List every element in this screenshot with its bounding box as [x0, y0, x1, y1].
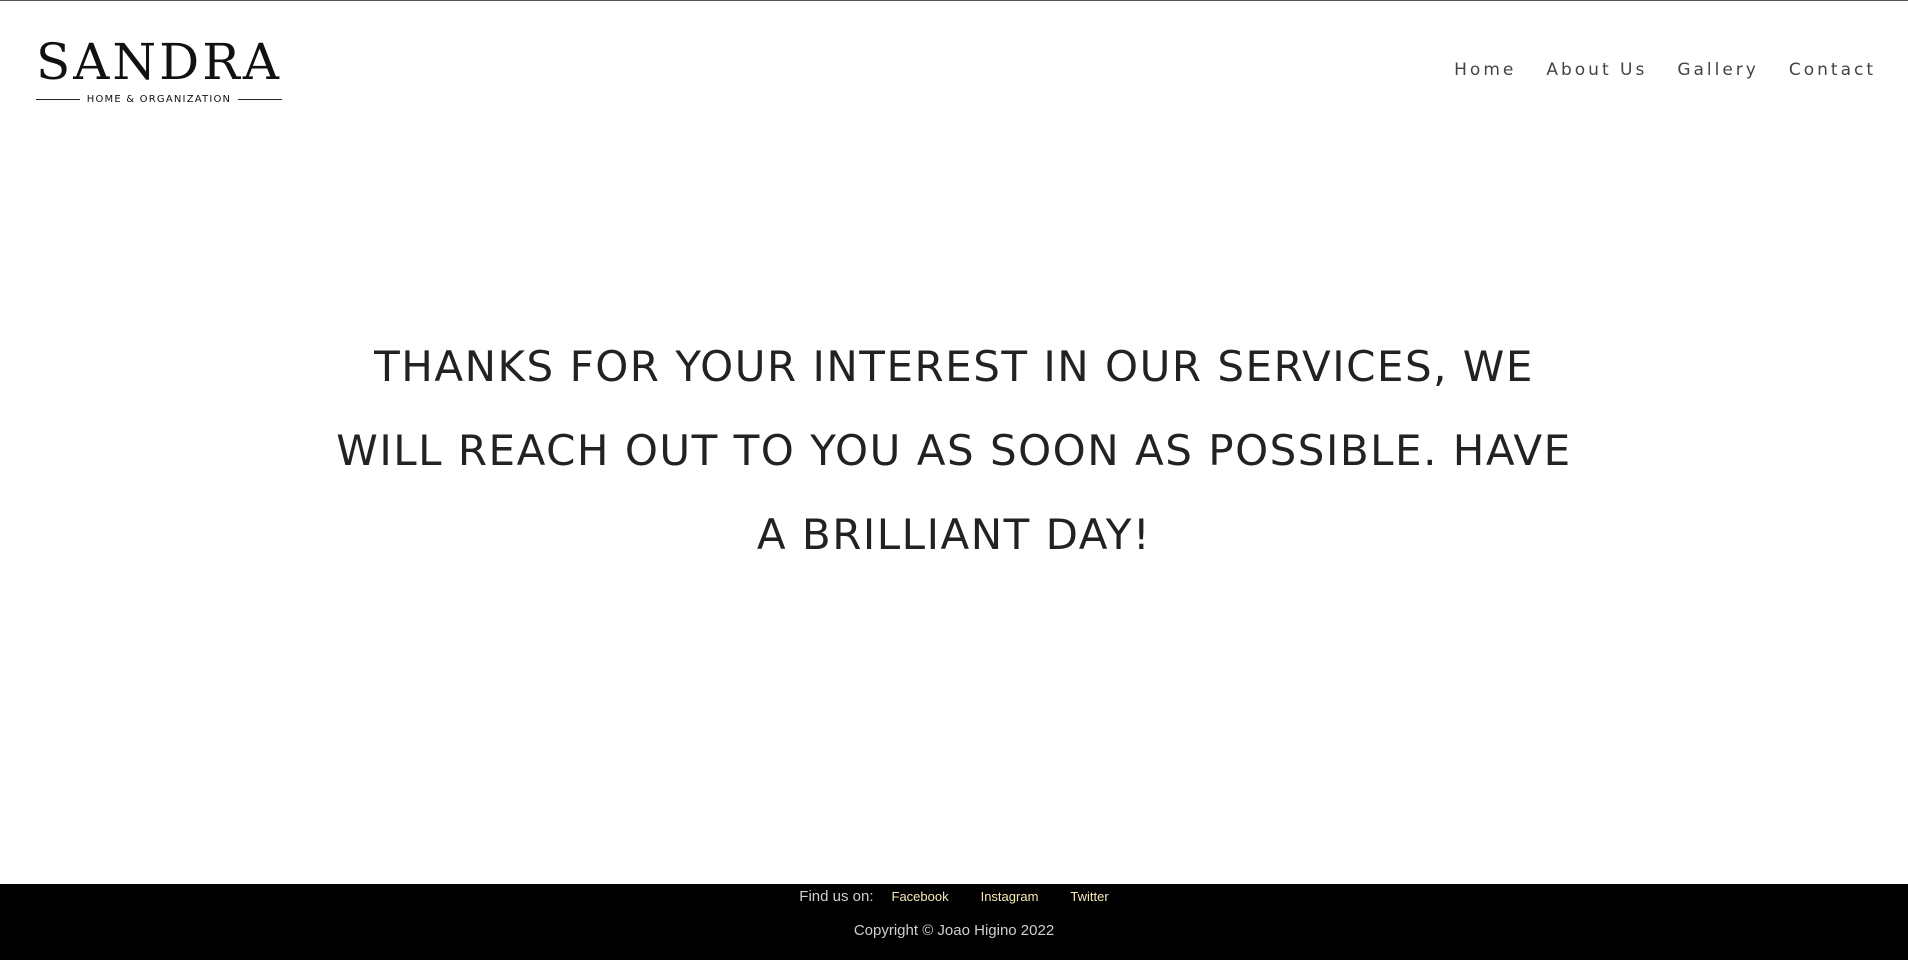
find-us-label: Find us on: — [799, 888, 874, 905]
facebook-link[interactable]: Facebook — [892, 889, 949, 904]
logo-tagline: HOME & ORGANIZATION — [86, 94, 232, 105]
site-footer: Find us on: Facebook Instagram Twitter C… — [0, 884, 1908, 960]
instagram-link[interactable]: Instagram — [981, 889, 1039, 904]
logo-name: SANDRA — [36, 33, 282, 91]
twitter-link[interactable]: Twitter — [1070, 889, 1108, 904]
logo[interactable]: SANDRA HOME & ORGANIZATION — [36, 36, 282, 105]
message-line: WILL REACH OUT TO YOU AS SOON AS POSSIBL… — [336, 426, 1572, 475]
logo-subline: HOME & ORGANIZATION — [36, 94, 282, 105]
nav-link-home[interactable]: Home — [1454, 60, 1516, 80]
nav-link-contact[interactable]: Contact — [1789, 60, 1876, 80]
main-nav: Home About Us Gallery Contact — [1424, 60, 1876, 80]
message-line: A BRILLIANT DAY! — [756, 510, 1152, 559]
top-border — [0, 0, 1908, 1]
nav-link-about-us[interactable]: About Us — [1546, 60, 1647, 80]
message-line: THANKS FOR YOUR INTEREST IN OUR SERVICES… — [374, 342, 1534, 391]
logo-divider-right — [238, 99, 282, 100]
nav-link-gallery[interactable]: Gallery — [1677, 60, 1759, 80]
social-row: Find us on: Facebook Instagram Twitter — [0, 888, 1908, 905]
thank-you-message: THANKS FOR YOUR INTEREST IN OUR SERVICES… — [280, 325, 1628, 577]
copyright-text: Copyright © Joao Higino 2022 — [853, 922, 1055, 939]
logo-divider-left — [36, 99, 80, 100]
